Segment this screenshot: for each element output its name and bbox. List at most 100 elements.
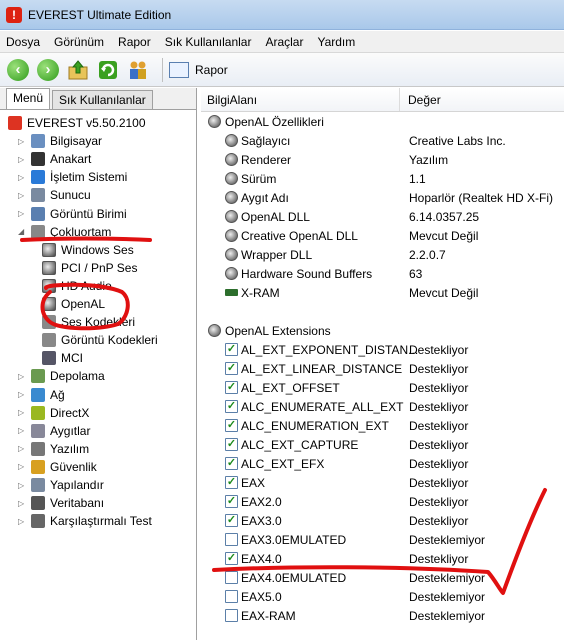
expand-toggle-icon[interactable]: ▷: [18, 155, 27, 164]
field-label: EAX5.0: [241, 589, 282, 604]
menu-view[interactable]: Görünüm: [54, 35, 104, 49]
tab-favorites[interactable]: Sık Kullanılanlar: [52, 90, 153, 109]
expand-toggle-icon[interactable]: ▷: [18, 137, 27, 146]
tree-item[interactable]: OpenAL: [42, 295, 105, 313]
list-item[interactable]: ✓ ALC_EXT_CAPTURE Destekliyor: [201, 435, 564, 454]
tree-item[interactable]: ▷ Yapılandır: [18, 476, 104, 494]
expand-toggle-icon[interactable]: ▷: [18, 462, 27, 471]
list-item[interactable]: EAX5.0 Desteklemiyor: [201, 587, 564, 606]
devices-icon: [31, 423, 45, 438]
tree-item[interactable]: ▷ Karşılaştırmalı Test: [18, 512, 152, 530]
expand-toggle-icon[interactable]: ▷: [18, 517, 27, 526]
report-label: Rapor: [195, 62, 228, 77]
field-value: Mevcut Değil: [409, 228, 479, 243]
list-item[interactable]: ✓ ALC_EXT_EFX Destekliyor: [201, 454, 564, 473]
list-item[interactable]: ✓ EAX4.0 Destekliyor: [201, 549, 564, 568]
tree-item-label: Ses Kodekleri: [61, 315, 136, 330]
menu-tools[interactable]: Araçlar: [265, 35, 303, 49]
tree-item[interactable]: ◢ Çokluortam: [18, 223, 111, 241]
tree-item[interactable]: ▷ Bilgisayar: [18, 132, 102, 150]
panel-tabs: Menü Sık Kullanılanlar: [0, 88, 196, 110]
tree-item[interactable]: ▷ Güvenlik: [18, 458, 97, 476]
list-item[interactable]: Sağlayıcı Creative Labs Inc.: [201, 131, 564, 150]
list-item[interactable]: ✓ ALC_ENUMERATE_ALL_EXT Destekliyor: [201, 397, 564, 416]
menu-file[interactable]: Dosya: [6, 35, 40, 49]
up-button[interactable]: [66, 58, 90, 82]
list-item[interactable]: Creative OpenAL DLL Mevcut Değil: [201, 226, 564, 245]
refresh-button[interactable]: [96, 58, 120, 82]
menu-favorites[interactable]: Sık Kullanılanlar: [165, 35, 252, 49]
expand-toggle-icon[interactable]: ▷: [18, 372, 27, 381]
tree-item-label: Güvenlik: [50, 459, 97, 474]
list-item[interactable]: ✓ EAX Destekliyor: [201, 473, 564, 492]
list-item[interactable]: EAX3.0EMULATED Desteklemiyor: [201, 530, 564, 549]
column-field-header[interactable]: BilgiAlanı: [201, 88, 400, 111]
list-item[interactable]: Renderer Yazılım: [201, 150, 564, 169]
tree-item[interactable]: HD Audio: [42, 277, 112, 295]
tree-item[interactable]: EVEREST v5.50.2100: [8, 114, 146, 132]
field-label: AL_EXT_LINEAR_DISTANCE: [241, 361, 403, 376]
tree-item[interactable]: ▷ Veritabanı: [18, 494, 104, 512]
list-item[interactable]: Wrapper DLL 2.2.0.7: [201, 245, 564, 264]
tree-item[interactable]: ▷ Yazılım: [18, 440, 89, 458]
memory-module-icon: [225, 289, 238, 296]
tree-item[interactable]: Görüntü Kodekleri: [42, 331, 158, 349]
tree-item[interactable]: ▷ Sunucu: [18, 186, 91, 204]
field-label: Aygıt Adı: [241, 190, 289, 205]
expand-toggle-icon[interactable]: ▷: [18, 191, 27, 200]
users-button[interactable]: [126, 58, 150, 82]
list-item[interactable]: Aygıt Adı Hoparlör (Realtek HD X-Fi): [201, 188, 564, 207]
field-label: EAX4.0EMULATED: [241, 570, 347, 585]
tree-item[interactable]: PCI / PnP Ses: [42, 259, 137, 277]
list-item[interactable]: ✓ ALC_ENUMERATION_EXT Destekliyor: [201, 416, 564, 435]
list-item[interactable]: X-RAM Mevcut Değil: [201, 283, 564, 302]
expand-toggle-icon[interactable]: ▷: [18, 408, 27, 417]
tab-menu[interactable]: Menü: [6, 88, 51, 109]
tree-item[interactable]: ▷ Görüntü Birimi: [18, 205, 127, 223]
expand-toggle-icon[interactable]: ▷: [18, 426, 27, 435]
tree-item[interactable]: ▷ Depolama: [18, 367, 105, 385]
checked-checkbox-icon: ✓: [225, 343, 238, 356]
list-item[interactable]: Sürüm 1.1: [201, 169, 564, 188]
report-icon: [169, 61, 189, 78]
expand-toggle-icon[interactable]: ◢: [18, 227, 27, 236]
tree-item-label: Görüntü Birimi: [50, 206, 127, 221]
column-value-header[interactable]: Değer: [400, 93, 441, 107]
tree-item[interactable]: Ses Kodekleri: [42, 313, 135, 331]
list-item[interactable]: ✓ EAX3.0 Destekliyor: [201, 511, 564, 530]
tree-item[interactable]: ▷ İşletim Sistemi: [18, 168, 127, 186]
field-value: Destekliyor: [409, 494, 469, 509]
expand-toggle-icon[interactable]: ▷: [18, 444, 27, 453]
tree-item[interactable]: ▷ Ağ: [18, 386, 65, 404]
field-value: Hoparlör (Realtek HD X-Fi): [409, 190, 554, 205]
field-value: Destekliyor: [409, 361, 469, 376]
expand-toggle-icon[interactable]: ▷: [18, 499, 27, 508]
menu-report[interactable]: Rapor: [118, 35, 151, 49]
menu-help[interactable]: Yardım: [317, 35, 355, 49]
expand-toggle-icon[interactable]: ▷: [18, 209, 27, 218]
tree-item[interactable]: MCI: [42, 349, 83, 367]
field-value: Desteklemiyor: [409, 608, 486, 623]
tree-item[interactable]: Windows Ses: [42, 241, 134, 259]
tree-item[interactable]: ▷ DirectX: [18, 404, 89, 422]
list-item[interactable]: OpenAL DLL 6.14.0357.25: [201, 207, 564, 226]
field-label: ALC_EXT_CAPTURE: [241, 437, 359, 452]
expand-toggle-icon[interactable]: ▷: [18, 481, 27, 490]
report-button[interactable]: Rapor: [169, 61, 228, 78]
list-item[interactable]: ✓ AL_EXT_LINEAR_DISTANCE Destekliyor: [201, 359, 564, 378]
list-item[interactable]: EAX4.0EMULATED Desteklemiyor: [201, 568, 564, 587]
forward-button[interactable]: ›: [36, 58, 60, 82]
list-item[interactable]: Hardware Sound Buffers 63: [201, 264, 564, 283]
expand-toggle-icon[interactable]: ▷: [18, 173, 27, 182]
tree-item[interactable]: ▷ Anakart: [18, 150, 91, 168]
list-item[interactable]: ✓ EAX2.0 Destekliyor: [201, 492, 564, 511]
list-item[interactable]: ✓ AL_EXT_EXPONENT_DISTAN... Destekliyor: [201, 340, 564, 359]
speaker-icon: [225, 191, 238, 204]
back-button[interactable]: ‹: [6, 58, 30, 82]
field-label: OpenAL DLL: [241, 209, 310, 224]
tree-item[interactable]: ▷ Aygıtlar: [18, 422, 90, 440]
field-value: Destekliyor: [409, 342, 469, 357]
list-item[interactable]: EAX-RAM Desteklemiyor: [201, 606, 564, 625]
list-item[interactable]: ✓ AL_EXT_OFFSET Destekliyor: [201, 378, 564, 397]
expand-toggle-icon[interactable]: ▷: [18, 390, 27, 399]
